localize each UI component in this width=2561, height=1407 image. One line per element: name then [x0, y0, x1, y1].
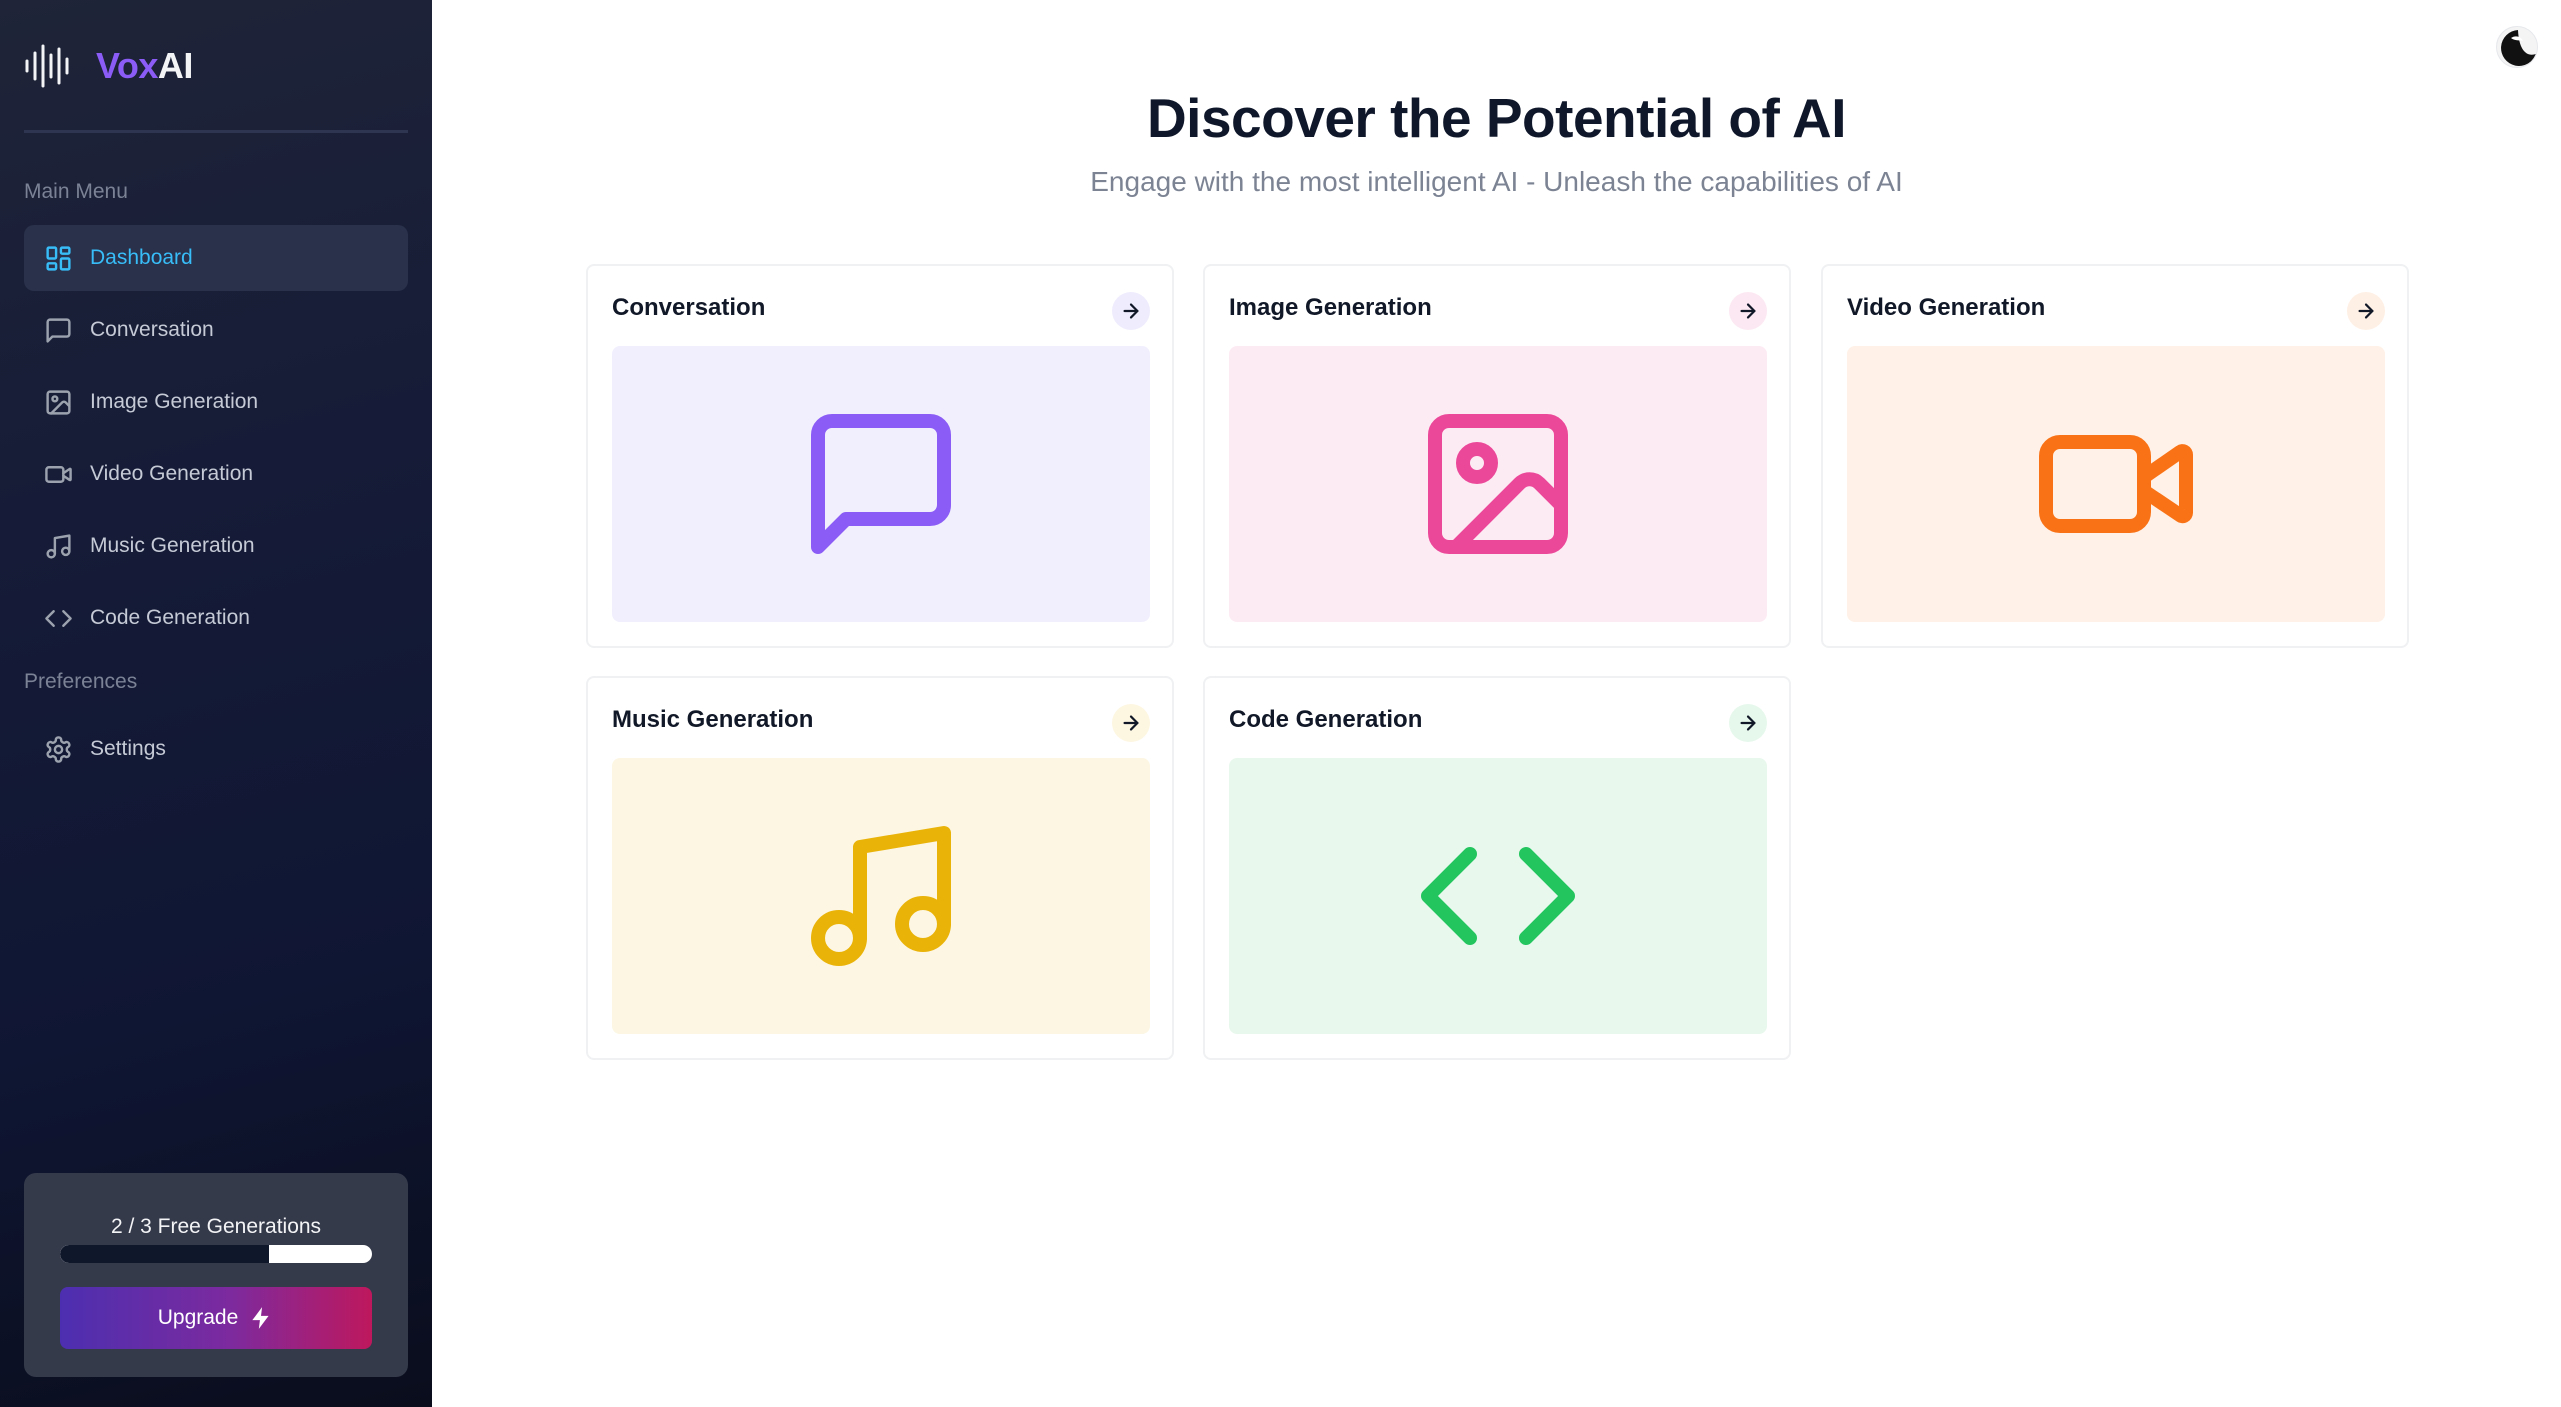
code-brackets-icon	[42, 602, 74, 634]
gear-icon	[42, 733, 74, 765]
tool-card-panel	[1229, 758, 1767, 1034]
sidebar-item-image-generation[interactable]: Image Generation	[24, 369, 408, 435]
sidebar-item-conversation[interactable]: Conversation	[24, 297, 408, 363]
tool-card-music-generation[interactable]: Music Generation	[586, 676, 1174, 1060]
message-square-icon	[811, 414, 951, 554]
sidebar-item-dashboard[interactable]: Dashboard	[24, 225, 408, 291]
sidebar-item-label: Dashboard	[90, 246, 193, 269]
avatar-image	[2497, 27, 2537, 67]
arrow-right-icon[interactable]	[1729, 704, 1767, 742]
arrow-right-icon[interactable]	[1112, 292, 1150, 330]
tool-card-panel	[1229, 346, 1767, 622]
sidebar-item-video-generation[interactable]: Video Generation	[24, 441, 408, 507]
sidebar-item-label: Settings	[90, 737, 166, 760]
image-icon	[1428, 414, 1568, 554]
generations-progress-fill	[60, 1245, 270, 1263]
upgrade-button-label: Upgrade	[157, 1306, 239, 1329]
tool-card-video-generation[interactable]: Video Generation	[1821, 264, 2409, 648]
arrow-right-icon[interactable]	[1729, 292, 1767, 330]
tool-card-title: Image Generation	[1229, 294, 1432, 321]
sidebar-item-code-generation[interactable]: Code Generation	[24, 585, 408, 651]
video-camera-icon	[2039, 435, 2193, 533]
brand-logo[interactable]: VoxAI	[24, 44, 193, 88]
tool-card-conversation[interactable]: Conversation	[586, 264, 1174, 648]
arrow-right-icon[interactable]	[2347, 292, 2385, 330]
preferences-label: Preferences	[24, 670, 138, 693]
arrow-right-icon[interactable]	[1112, 704, 1150, 742]
music-note-icon	[811, 826, 951, 966]
video-camera-icon	[42, 458, 74, 490]
tool-card-title: Code Generation	[1229, 706, 1423, 733]
sidebar-item-label: Image Generation	[90, 390, 259, 413]
message-square-icon	[42, 314, 74, 346]
free-generations-card: 2 / 3 Free Generations Upgrade	[24, 1173, 408, 1377]
code-brackets-icon	[1421, 847, 1575, 945]
sidebar-divider	[24, 130, 408, 133]
upgrade-button[interactable]: Upgrade	[60, 1287, 372, 1349]
sidebar-item-settings[interactable]: Settings	[24, 716, 408, 782]
tool-card-title: Video Generation	[1847, 294, 2046, 321]
music-note-icon	[42, 530, 74, 562]
sidebar-item-label: Conversation	[90, 318, 214, 341]
image-icon	[42, 386, 74, 418]
tool-card-panel	[612, 758, 1150, 1034]
tool-card-title: Conversation	[612, 294, 766, 321]
sidebar-item-label: Music Generation	[90, 534, 255, 557]
tool-card-panel	[1847, 346, 2385, 622]
tool-card-title: Music Generation	[612, 706, 814, 733]
lightning-bolt-icon	[252, 1307, 269, 1329]
tool-card-image-generation[interactable]: Image Generation	[1203, 264, 1791, 648]
page-subtitle: Engage with the most intelligent AI - Un…	[1090, 166, 1903, 197]
sidebar-item-music-generation[interactable]: Music Generation	[24, 513, 408, 579]
audio-waveform-icon	[25, 44, 69, 88]
sidebar-item-label: Code Generation	[90, 606, 250, 629]
sidebar: VoxAI Main Menu Dashboard Conversation I…	[0, 0, 432, 1407]
user-avatar[interactable]	[2496, 26, 2538, 68]
tool-card-panel	[612, 346, 1150, 622]
brand-name: VoxAI	[96, 45, 193, 86]
tool-card-code-generation[interactable]: Code Generation	[1203, 676, 1791, 1060]
page-title: Discover the Potential of AI	[1146, 87, 1847, 149]
sidebar-item-label: Video Generation	[90, 462, 254, 485]
main-menu-label: Main Menu	[24, 180, 128, 203]
generations-progress-bar	[60, 1245, 372, 1263]
dashboard-grid-icon	[42, 242, 74, 274]
free-generations-counter: 2 / 3 Free Generations	[110, 1215, 322, 1238]
